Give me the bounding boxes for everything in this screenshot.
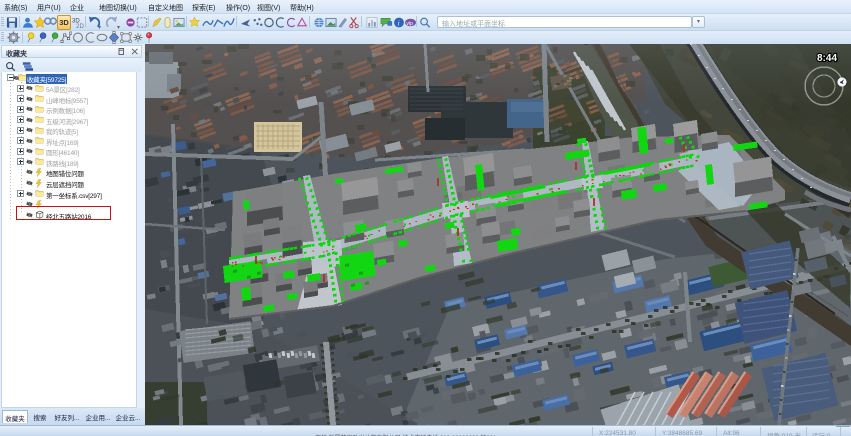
svg-text:8:44: 8:44 xyxy=(817,53,837,64)
svg-text:vip: vip xyxy=(406,20,413,26)
svg-text:2D: 2D xyxy=(76,24,84,29)
svg-text:i: i xyxy=(398,18,400,27)
